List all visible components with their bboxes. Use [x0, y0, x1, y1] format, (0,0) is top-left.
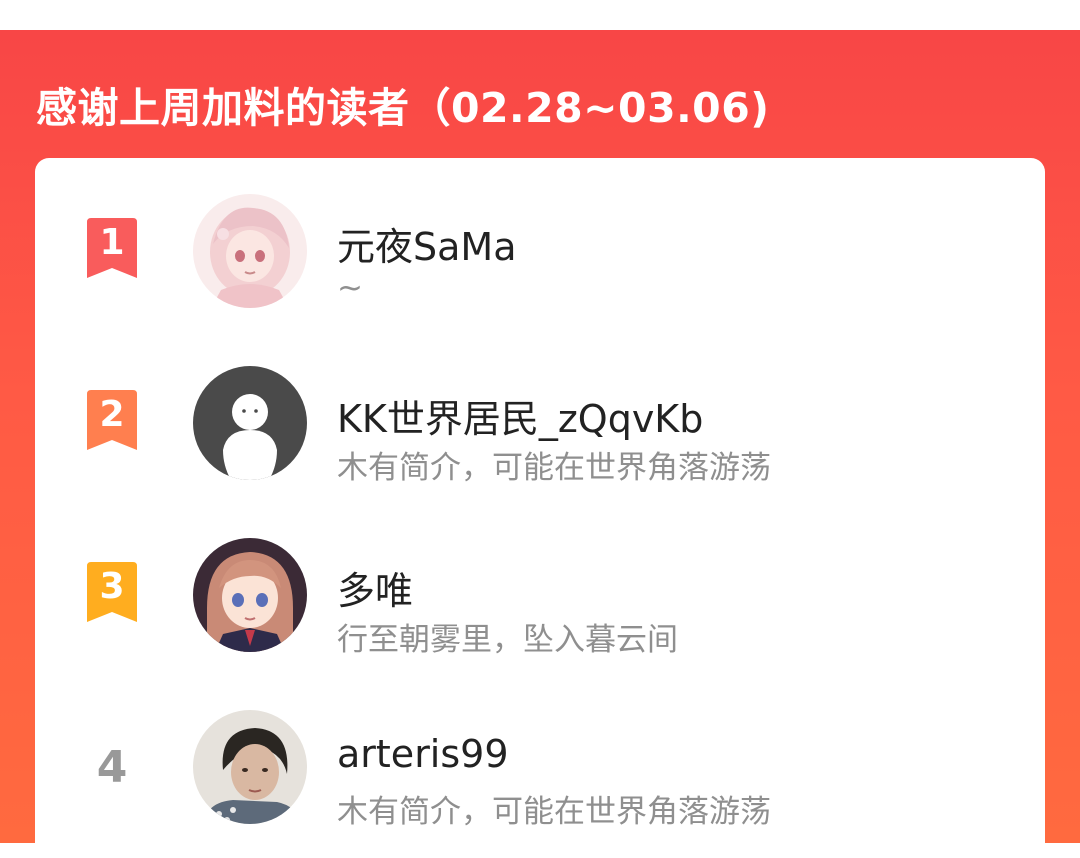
top-strip	[0, 0, 1080, 30]
reader-row[interactable]: 3 多唯 行至朝雾里，坠入暮云间	[35, 522, 1045, 672]
rank-badge-gold-ribbon-icon: 1	[83, 218, 141, 280]
rank-number: 1	[99, 222, 125, 263]
anime-girl-pink-hair-avatar[interactable]	[193, 194, 307, 308]
photo-portrait-avatar[interactable]	[193, 710, 307, 824]
reader-name[interactable]: 元夜SaMa	[337, 216, 516, 271]
reader-bio: 木有简介，可能在世界角落游荡	[337, 794, 771, 830]
rank-badge-bronze-ribbon-icon: 3	[83, 562, 141, 624]
reader-thanks-panel: 感谢上周加料的读者（02.28~03.06) 1 元夜SaMa ~ 2 KK世界…	[0, 30, 1080, 858]
reader-list-card: 1 元夜SaMa ~ 2 KK世界居民_zQqvKb 木有简介，可能在世界角落游…	[35, 158, 1045, 858]
rank-number: 2	[99, 394, 125, 435]
default-user-avatar[interactable]	[193, 366, 307, 480]
reader-bio: ~	[337, 270, 363, 306]
rank-badge-silver-ribbon-icon: 2	[83, 390, 141, 452]
rank-number: 4	[96, 742, 128, 793]
reader-bio: 木有简介，可能在世界角落游荡	[337, 450, 771, 486]
reader-row[interactable]: 2 KK世界居民_zQqvKb 木有简介，可能在世界角落游荡	[35, 350, 1045, 500]
reader-name[interactable]: 多唯	[337, 560, 413, 615]
anime-girl-brown-hair-avatar[interactable]	[193, 538, 307, 652]
reader-name[interactable]: arteris99	[337, 732, 509, 776]
panel-title: 感谢上周加料的读者（02.28~03.06)	[36, 84, 770, 132]
reader-row[interactable]: 1 元夜SaMa ~	[35, 178, 1045, 328]
reader-bio: 行至朝雾里，坠入暮云间	[337, 622, 678, 658]
rank-number: 3	[99, 566, 125, 607]
reader-name[interactable]: KK世界居民_zQqvKb	[337, 388, 703, 443]
reader-row[interactable]: 4 arteris99 木有简介，可能在世界角落游荡	[35, 694, 1045, 844]
